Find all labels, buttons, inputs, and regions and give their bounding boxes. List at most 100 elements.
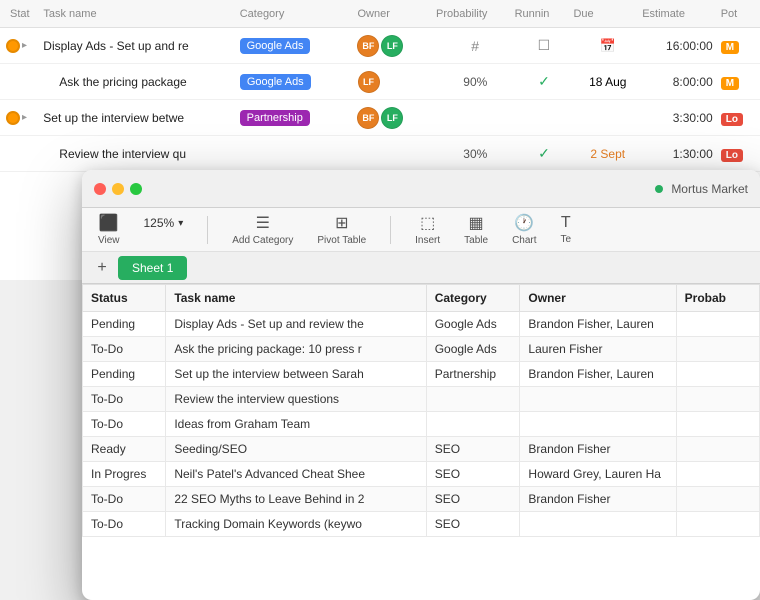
row-estimate: 8:00:00 <box>642 75 721 89</box>
row-running: ☐ <box>514 37 573 54</box>
table-cell <box>520 512 676 537</box>
row-owner: BF LF <box>357 35 436 57</box>
toolbar-add-category[interactable]: ☰ Add Category <box>232 213 293 246</box>
add-sheet-button[interactable]: + <box>92 258 112 278</box>
maximize-button[interactable] <box>130 183 142 195</box>
toolbar-table[interactable]: ▦ Table <box>464 213 488 246</box>
pot-badge: M <box>721 41 739 54</box>
toolbar-view[interactable]: ⬛ View <box>98 213 120 246</box>
table-cell: Seeding/SEO <box>166 437 426 462</box>
title-bar: Mortus Market <box>82 170 760 208</box>
spreadsheet-content[interactable]: Status Task name Category Owner Probab P… <box>82 284 760 600</box>
table-cell: 22 SEO Myths to Leave Behind in 2 <box>166 487 426 512</box>
table-cell: Display Ads - Set up and review the <box>166 312 426 337</box>
row-status: ▸ <box>0 111 43 125</box>
table-cell: SEO <box>426 487 520 512</box>
status-dot-icon <box>655 185 663 193</box>
row-taskname: Review the interview qu <box>43 147 240 161</box>
row-category[interactable]: Google Ads <box>240 74 358 90</box>
table-row: To-Do22 SEO Myths to Leave Behind in 2SE… <box>83 487 760 512</box>
row-pot: Lo <box>721 147 760 161</box>
table-cell <box>676 412 759 437</box>
header-probability: Probability <box>436 8 515 20</box>
pot-badge: Lo <box>721 113 743 126</box>
toolbar-zoom[interactable]: 125% ▾ View <box>144 216 184 243</box>
category-badge-google: Google Ads <box>240 38 311 54</box>
toolbar-text[interactable]: T Te <box>561 214 572 245</box>
sheet-tabs: + Sheet 1 <box>82 252 760 284</box>
row-status: ▸ <box>0 39 43 53</box>
table-cell: To-Do <box>83 487 166 512</box>
table-cell: Brandon Fisher, Lauren <box>520 362 676 387</box>
header-due: Due <box>573 8 642 20</box>
table-cell <box>676 387 759 412</box>
header-owner: Owner <box>358 8 437 20</box>
text-label: Te <box>561 234 572 245</box>
table-cell: To-Do <box>83 337 166 362</box>
minimize-button[interactable] <box>112 183 124 195</box>
row-due: 18 Aug <box>573 75 642 89</box>
status-orange-icon <box>6 111 20 125</box>
add-category-label: Add Category <box>232 235 293 246</box>
table-row: ▸ Display Ads - Set up and re Google Ads… <box>0 28 760 64</box>
table-cell: Ideas from Graham Team <box>166 412 426 437</box>
row-pot: M <box>721 39 760 53</box>
table-row: PendingDisplay Ads - Set up and review t… <box>83 312 760 337</box>
table-cell: Partnership <box>426 362 520 387</box>
table-row: ▸ Set up the interview betwe Partnership… <box>0 100 760 136</box>
toolbar-separator <box>390 216 391 244</box>
row-estimate: 3:30:00 <box>642 111 721 125</box>
view-label: View <box>98 235 120 246</box>
row-category[interactable]: Partnership <box>240 110 358 126</box>
row-probability: 90% <box>436 75 515 89</box>
th-status: Status <box>83 285 166 312</box>
view-icon: ⬛ <box>99 213 119 233</box>
table-row: In ProgresNeil's Patel's Advanced Cheat … <box>83 462 760 487</box>
close-button[interactable] <box>94 183 106 195</box>
table-cell <box>426 412 520 437</box>
status-orange-icon <box>6 39 20 53</box>
table-row: Ask the pricing package Google Ads LF 90… <box>0 64 760 100</box>
insert-icon: ⬚ <box>420 213 435 233</box>
table-row: To-DoReview the interview questions <box>83 387 760 412</box>
table-row: To-DoIdeas from Graham Team <box>83 412 760 437</box>
toolbar-insert[interactable]: ⬚ Insert <box>415 213 440 246</box>
header-category: Category <box>240 8 358 20</box>
row-running: ✓ <box>515 145 574 162</box>
table-row: To-DoTracking Domain Keywords (keywoSEO <box>83 512 760 537</box>
table-cell: In Progres <box>83 462 166 487</box>
table-cell <box>676 512 759 537</box>
table-cell <box>676 312 759 337</box>
toolbar-pivot-table[interactable]: ⊞ Pivot Table <box>317 213 366 246</box>
add-category-icon: ☰ <box>256 213 270 233</box>
sheet-tab-label: Sheet 1 <box>132 261 173 275</box>
insert-label: Insert <box>415 235 440 246</box>
avatar: BF <box>357 107 379 129</box>
row-taskname: Display Ads - Set up and re <box>43 39 239 53</box>
row-estimate: 16:00:00 <box>642 39 721 53</box>
table-row: To-DoAsk the pricing package: 10 press r… <box>83 337 760 362</box>
hash-icon: # <box>471 38 479 54</box>
table-cell: Google Ads <box>426 312 520 337</box>
table-icon: ▦ <box>469 213 484 233</box>
table-cell: Brandon Fisher, Lauren <box>520 312 676 337</box>
table-cell: To-Do <box>83 387 166 412</box>
table-cell: Pending <box>83 362 166 387</box>
table-row: ReadySeeding/SEOSEOBrandon Fisher <box>83 437 760 462</box>
table-cell: Lauren Fisher <box>520 337 676 362</box>
table-cell <box>426 387 520 412</box>
row-taskname: Ask the pricing package <box>43 75 240 89</box>
table-cell: Tracking Domain Keywords (keywo <box>166 512 426 537</box>
th-taskname: Task name <box>166 285 426 312</box>
toolbar-chart[interactable]: 🕐 Chart <box>512 213 536 246</box>
zoom-control[interactable]: 125% ▾ <box>144 216 184 230</box>
avatar: LF <box>381 35 403 57</box>
sheet-tab-active[interactable]: Sheet 1 <box>118 256 187 280</box>
avatar: BF <box>357 35 379 57</box>
header-status: Stat <box>0 8 43 20</box>
row-category[interactable]: Google Ads <box>240 38 358 54</box>
chevron-icon: ▸ <box>22 40 27 51</box>
row-due: 📅 <box>573 38 642 54</box>
pivot-table-label: Pivot Table <box>317 235 366 246</box>
row-owner: LF <box>358 71 437 93</box>
